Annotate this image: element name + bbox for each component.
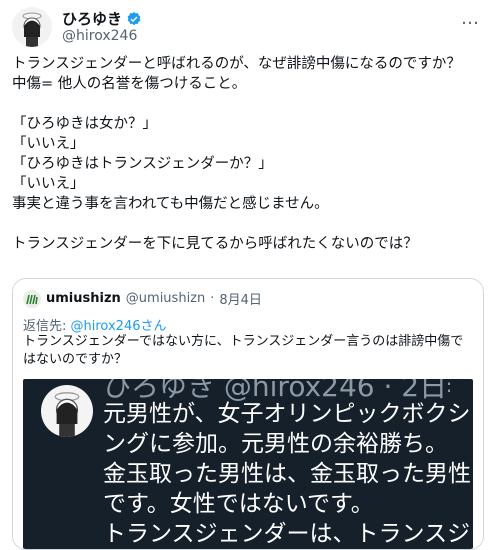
quoted-author-avatar[interactable]: [23, 289, 41, 308]
tweet-text: トランスジェンダーと呼ばれるのが、なぜ誹謗中傷になるのですか？ 中傷= 他人の名…: [12, 56, 461, 252]
author-avatar[interactable]: [12, 7, 52, 47]
reply-to-handle[interactable]: @hirox246さん: [71, 319, 167, 334]
quoted-tweet[interactable]: umiushizn @umiushizn · 8月4日 返信先: @hirox2…: [12, 278, 484, 550]
author-handle[interactable]: @hirox246: [62, 28, 137, 44]
reply-to-label: 返信先:: [23, 319, 71, 334]
author-name[interactable]: ひろゆき: [62, 8, 122, 29]
image-more-icon: ⋮: [439, 379, 459, 395]
more-options-icon[interactable]: …: [461, 8, 480, 29]
quoted-date[interactable]: 8月4日: [219, 289, 262, 308]
quoted-text: トランスジェンダーではない方に、トランスジェンダー言うのは誹謗中傷ではないのです…: [23, 334, 464, 367]
quoted-author-name[interactable]: umiushizn: [46, 291, 121, 306]
quoted-screenshot-image[interactable]: ひろゆき @hirox246 · 2日 ⋮ 元男性が、女子オリンピックボクシング…: [23, 379, 473, 549]
image-tweet-text: 元男性が、女子オリンピックボクシングに参加。元男性の余裕勝ち。 金玉取った男性は…: [103, 401, 471, 547]
reply-to-line: 返信先: @hirox246さん: [23, 315, 167, 334]
quoted-author-handle[interactable]: @umiushizn: [126, 291, 205, 306]
separator-dot: ·: [210, 291, 215, 306]
image-avatar: [41, 385, 93, 437]
verified-badge-icon: [127, 11, 141, 25]
